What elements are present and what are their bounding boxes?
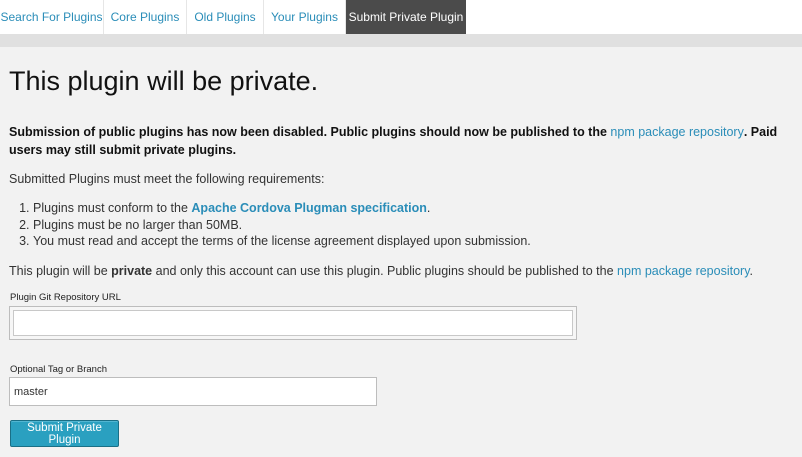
notice-text-start: Submission of public plugins has now bee…	[9, 125, 611, 139]
submission-notice: Submission of public plugins has now bee…	[9, 123, 794, 159]
repo-url-input[interactable]	[13, 310, 573, 336]
submit-private-plugin-button[interactable]: Submit Private Plugin	[10, 420, 119, 447]
branch-label: Optional Tag or Branch	[10, 364, 107, 375]
tab-your-plugins[interactable]: Your Plugins	[264, 0, 346, 34]
tab-core-plugins[interactable]: Core Plugins	[104, 0, 187, 34]
tab-submit-private-plugin[interactable]: Submit Private Plugin	[346, 0, 466, 40]
plugman-spec-link[interactable]: Apache Cordova Plugman specification	[191, 201, 426, 215]
tab-bar: Search For Plugins Core Plugins Old Plug…	[0, 0, 802, 40]
requirements-intro: Submitted Plugins must meet the followin…	[9, 172, 325, 186]
private-emphasis: private	[111, 264, 153, 278]
requirements-list: Plugins must conform to the Apache Cordo…	[12, 200, 531, 250]
branch-input[interactable]	[9, 377, 377, 406]
repo-url-label: Plugin Git Repository URL	[10, 292, 121, 303]
requirement-item: You must read and accept the terms of th…	[33, 233, 531, 250]
tab-bar-divider	[0, 34, 802, 47]
requirement-text-end: .	[426, 201, 431, 215]
requirement-item: Plugins must conform to the Apache Cordo…	[33, 200, 531, 217]
repo-url-field-frame	[9, 306, 577, 340]
tab-submit-private-plugin-label: Submit Private Plugin	[348, 10, 464, 24]
tab-search-for-plugins[interactable]: Search For Plugins	[0, 0, 104, 34]
npm-repository-link-2[interactable]: npm package repository	[617, 264, 749, 278]
private-notice: This plugin will be private and only thi…	[9, 263, 753, 279]
tab-old-plugins[interactable]: Old Plugins	[187, 0, 264, 34]
page-title: This plugin will be private.	[9, 66, 319, 96]
requirement-text: Plugins must conform to the	[33, 201, 192, 215]
private-text-middle: and only this account can use this plugi…	[152, 264, 618, 278]
requirement-item: Plugins must be no larger than 50MB.	[33, 217, 531, 234]
private-text-start: This plugin will be	[9, 264, 112, 278]
npm-repository-link[interactable]: npm package repository	[610, 125, 743, 139]
private-text-end: .	[749, 264, 754, 278]
